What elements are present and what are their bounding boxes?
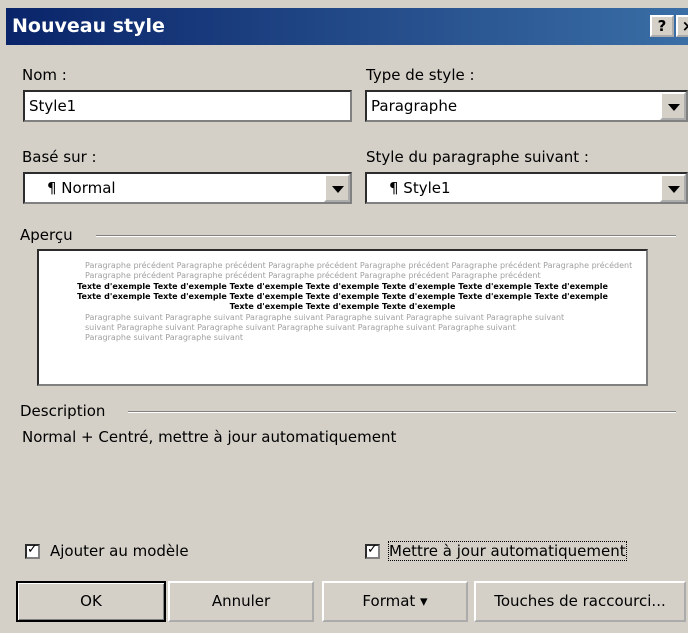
next-style-label: Style du paragraphe suivant :: [366, 148, 589, 166]
next-style-select[interactable]: ¶ Style1: [365, 172, 688, 204]
chevron-down-icon[interactable]: [324, 174, 350, 202]
auto-update-checkbox[interactable]: ✓: [365, 542, 380, 559]
preview-next-line: Paragraphe suivant Paragraphe suivant: [85, 333, 244, 342]
style-preview: Paragraphe précédent Paragraphe précéden…: [37, 249, 648, 386]
preview-prev-line: Paragraphe précédent Paragraphe précéden…: [85, 271, 541, 280]
check-icon: ✓: [367, 542, 378, 557]
description-label: Description: [20, 402, 106, 420]
style-type-label: Type de style :: [366, 66, 475, 84]
add-to-template-checkbox[interactable]: ✓: [25, 542, 40, 559]
chevron-down-icon[interactable]: [660, 174, 686, 202]
preview-divider: [96, 235, 676, 237]
based-on-select[interactable]: ¶ Normal: [23, 172, 352, 204]
check-icon: ✓: [27, 542, 38, 557]
new-style-dialog: Nouveau style ? × Nom : Style1 Type de s…: [0, 0, 688, 633]
format-button[interactable]: Format ▾: [322, 581, 468, 622]
chevron-down-icon[interactable]: [660, 92, 686, 120]
preview-prev-line: Paragraphe précédent Paragraphe précéden…: [85, 261, 633, 270]
description-text: Normal + Centré, mettre à jour automatiq…: [22, 428, 397, 446]
based-on-value: ¶ Normal: [47, 179, 116, 197]
ok-button[interactable]: OK: [16, 581, 166, 622]
preview-next-line: Paragraphe suivant Paragraphe suivant Pa…: [85, 313, 565, 322]
preview-sample-line: Texte d'exemple Texte d'exemple Texte d'…: [77, 292, 608, 301]
style-type-select[interactable]: Paragraphe: [365, 90, 688, 122]
style-type-value: Paragraphe: [371, 97, 458, 115]
preview-sample-line: Texte d'exemple Texte d'exemple Texte d'…: [77, 282, 608, 291]
close-icon[interactable]: ×: [676, 15, 688, 37]
auto-update-label[interactable]: Mettre à jour automatiquement: [388, 541, 627, 561]
help-icon[interactable]: ?: [650, 15, 674, 37]
name-input[interactable]: Style1: [23, 90, 352, 122]
preview-sample-line: Texte d'exemple Texte d'exemple Texte d'…: [229, 302, 456, 311]
add-to-template-label[interactable]: Ajouter au modèle: [50, 542, 189, 560]
based-on-label: Basé sur :: [22, 148, 97, 166]
preview-label: Aperçu: [20, 226, 73, 244]
name-label: Nom :: [22, 66, 67, 84]
shortcut-keys-button[interactable]: Touches de raccourci...: [474, 581, 686, 622]
preview-next-line: suivant Paragraphe suivant Paragraphe su…: [85, 323, 516, 332]
next-style-value: ¶ Style1: [389, 179, 451, 197]
window-title: Nouveau style: [12, 15, 165, 37]
description-divider: [128, 411, 676, 413]
cancel-button[interactable]: Annuler: [168, 581, 314, 622]
title-bar[interactable]: Nouveau style ? ×: [6, 8, 688, 45]
